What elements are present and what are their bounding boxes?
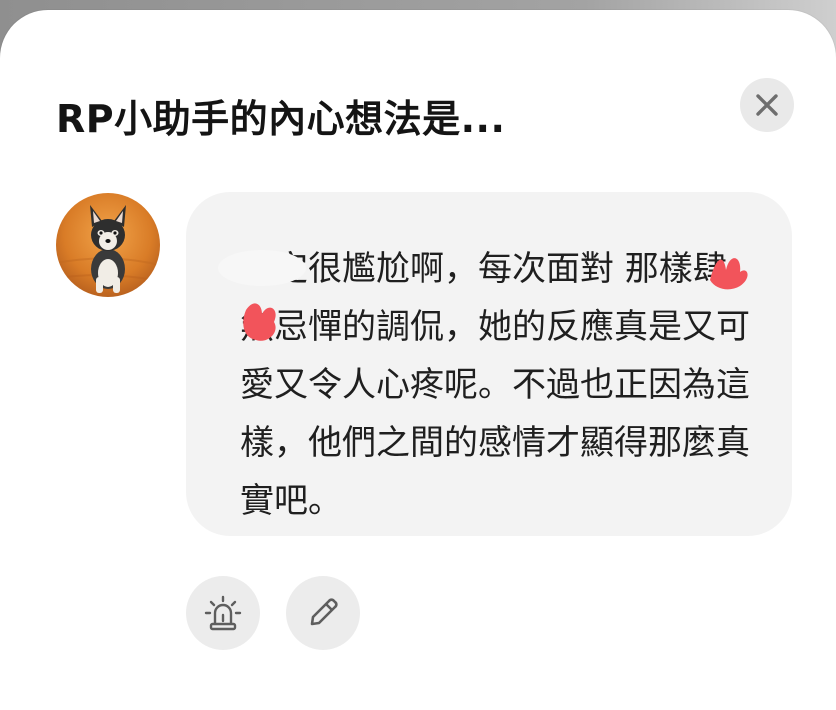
avatar [56, 193, 160, 297]
pencil-icon [310, 598, 338, 626]
redaction-scribble [243, 303, 276, 341]
dog-avatar-image [56, 193, 160, 297]
redaction-blur [218, 250, 306, 286]
dialog-title: RP小助手的內心想法是... [56, 97, 506, 141]
close-icon [756, 94, 778, 116]
close-button[interactable] [740, 78, 794, 132]
report-alarm-button[interactable] [186, 576, 260, 650]
alarm-icon [204, 595, 242, 631]
edit-button[interactable] [286, 576, 360, 650]
redaction-scribble [710, 258, 748, 290]
thoughts-dialog: RP小助手的內心想法是... 一定很尷尬啊，每次面對 那樣肆無忌憚的調侃，她的反… [0, 10, 836, 710]
message-text: 一定很尷尬啊，每次面對 那樣肆無忌憚的調侃，她的反應真是又可愛又令人心疼呢。不過… [240, 249, 750, 521]
message-bubble: 一定很尷尬啊，每次面對 那樣肆無忌憚的調侃，她的反應真是又可愛又令人心疼呢。不過… [186, 192, 792, 536]
